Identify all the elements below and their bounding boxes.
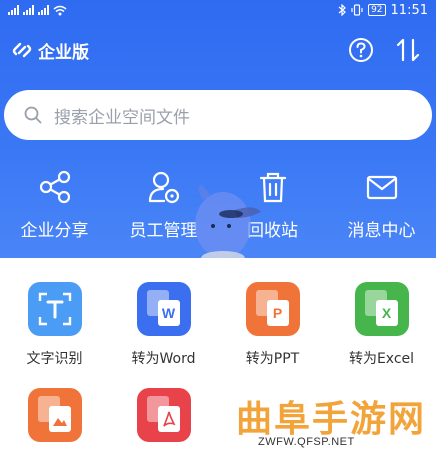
word-letter: W	[157, 300, 180, 326]
quick-item-share[interactable]: 企业分享	[0, 170, 109, 250]
mail-icon	[366, 175, 397, 200]
excel-letter: X	[375, 300, 398, 326]
watermark-title: 曲阜手游网	[236, 398, 427, 440]
signal-icon	[8, 5, 19, 15]
excel-icon: X	[354, 282, 409, 336]
quick-item-messages[interactable]: 消息中心	[327, 170, 436, 250]
watermark: 曲阜手游网 ZWFW.QFSP.NET	[228, 388, 436, 451]
watermark-url: ZWFW.QFSP.NET	[258, 436, 355, 448]
signal-icon	[38, 5, 49, 15]
search-icon	[24, 106, 42, 124]
search-input[interactable]: 搜索企业空间文件	[4, 90, 432, 140]
tool-image[interactable]	[0, 388, 109, 442]
sort-icon[interactable]	[396, 37, 420, 63]
status-left	[8, 5, 67, 16]
status-right: 92 11:51	[338, 3, 428, 18]
battery-icon: 92	[368, 4, 386, 16]
ppt-letter: P	[266, 300, 289, 326]
wifi-icon	[53, 5, 67, 15]
search-placeholder: 搜索企业空间文件	[54, 107, 190, 128]
tool-excel[interactable]: X 转为Excel	[327, 282, 436, 368]
status-bar: 92 11:51	[0, 0, 436, 20]
top-bar: 企业版	[0, 30, 436, 70]
link-logo-icon	[12, 42, 32, 58]
top-actions	[348, 37, 424, 63]
quick-label-messages: 消息中心	[347, 221, 416, 241]
bluetooth-icon	[338, 4, 346, 16]
share-icon	[39, 170, 70, 204]
brand[interactable]: 企业版	[12, 38, 89, 63]
tool-label-word: 转为Word	[131, 351, 196, 367]
pdf-icon	[136, 388, 191, 442]
tool-pdf[interactable]	[109, 388, 218, 442]
vibrate-icon	[351, 4, 363, 16]
tool-word[interactable]: W 转为Word	[109, 282, 218, 368]
help-icon[interactable]	[348, 37, 374, 63]
image-icon	[27, 388, 82, 442]
quick-label-share: 企业分享	[20, 221, 89, 241]
user-manage-icon	[148, 171, 179, 204]
mascot-image	[195, 184, 261, 265]
tool-label-ocr: 文字识别	[26, 351, 83, 367]
tools-row-1: 文字识别 W 转为Word P 转为PPT X 转为Excel	[0, 282, 436, 368]
tool-ppt[interactable]: P 转为PPT	[218, 282, 327, 368]
ocr-icon	[27, 282, 82, 336]
tool-label-ppt: 转为PPT	[245, 351, 300, 367]
word-icon: W	[136, 282, 191, 336]
ppt-icon: P	[245, 282, 300, 336]
signal-icon	[23, 5, 34, 15]
tool-label-excel: 转为Excel	[348, 351, 415, 367]
brand-label: 企业版	[38, 42, 89, 63]
tool-ocr[interactable]: 文字识别	[0, 282, 109, 368]
status-time: 11:51	[390, 2, 428, 18]
